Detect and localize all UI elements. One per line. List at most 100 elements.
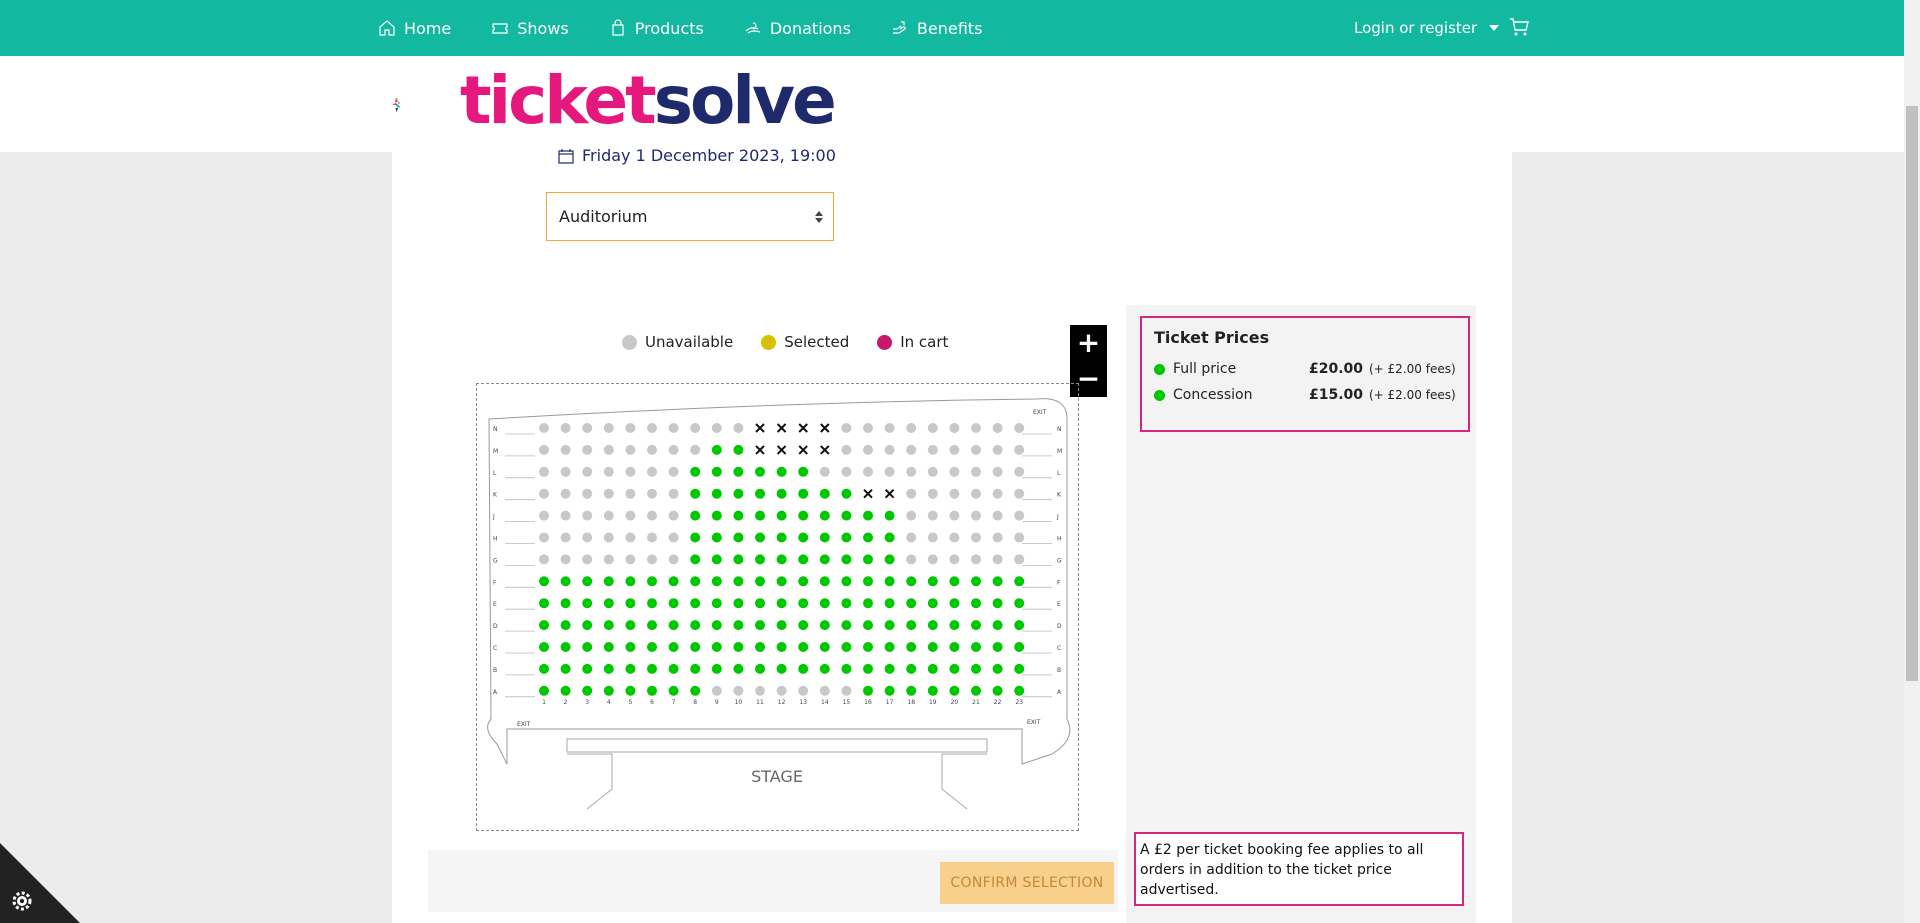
seat-available[interactable]	[1014, 642, 1025, 652]
seat-available[interactable]	[1014, 685, 1025, 696]
seat-available[interactable]	[690, 620, 701, 631]
seat-available[interactable]	[711, 510, 722, 521]
seat-available[interactable]	[582, 620, 593, 631]
seat-available[interactable]	[776, 488, 787, 499]
seat-available[interactable]	[733, 444, 744, 455]
seat-available[interactable]	[690, 642, 701, 652]
seat-available[interactable]	[668, 598, 679, 609]
seat-available[interactable]	[711, 576, 722, 587]
seat-available[interactable]	[971, 663, 981, 674]
seat-available[interactable]	[755, 576, 765, 587]
seat-available[interactable]	[733, 532, 744, 543]
seat-available[interactable]	[841, 642, 852, 652]
seat-available[interactable]	[819, 488, 830, 499]
seat-available[interactable]	[733, 576, 744, 587]
seat-available[interactable]	[711, 598, 722, 609]
seat-available[interactable]	[776, 642, 787, 652]
seat-available[interactable]	[755, 663, 765, 674]
seat-available[interactable]	[841, 598, 852, 609]
seat-available[interactable]	[755, 620, 765, 631]
seat-available[interactable]	[647, 576, 657, 587]
seat-available[interactable]	[560, 663, 571, 674]
seat-available[interactable]	[927, 620, 938, 631]
seat-available[interactable]	[733, 642, 744, 652]
seat-available[interactable]	[625, 685, 636, 696]
login-register-menu[interactable]: Login or register	[1354, 0, 1500, 56]
seat-available[interactable]	[711, 488, 722, 499]
seat-available[interactable]	[647, 685, 657, 696]
seat-available[interactable]	[733, 663, 744, 674]
seat-available[interactable]	[927, 663, 938, 674]
seat-available[interactable]	[733, 488, 744, 499]
seat-available[interactable]	[949, 598, 960, 609]
seat-available[interactable]	[776, 554, 787, 565]
seat-available[interactable]	[863, 620, 873, 631]
seat-available[interactable]	[1014, 598, 1025, 609]
seat-available[interactable]	[884, 576, 895, 587]
seat-available[interactable]	[884, 685, 895, 696]
seat-available[interactable]	[560, 685, 571, 696]
seat-available[interactable]	[755, 466, 765, 477]
seat-available[interactable]	[711, 642, 722, 652]
seat-available[interactable]	[539, 642, 549, 652]
seat-available[interactable]	[625, 598, 636, 609]
seat-available[interactable]	[668, 642, 679, 652]
seat-available[interactable]	[949, 663, 960, 674]
seat-available[interactable]	[668, 685, 679, 696]
seat-available[interactable]	[927, 598, 938, 609]
seat-available[interactable]	[819, 532, 830, 543]
seat-available[interactable]	[798, 488, 809, 499]
seat-available[interactable]	[906, 685, 917, 696]
seat-available[interactable]	[539, 576, 549, 587]
seat-available[interactable]	[711, 466, 722, 477]
seat-available[interactable]	[798, 510, 809, 521]
seat-available[interactable]	[1014, 620, 1025, 631]
seat-available[interactable]	[711, 663, 722, 674]
logo-mark-icon[interactable]	[392, 64, 462, 146]
seat-available[interactable]	[971, 620, 981, 631]
seat-available[interactable]	[798, 576, 809, 587]
seat-available[interactable]	[776, 576, 787, 587]
seat-available[interactable]	[906, 663, 917, 674]
seat-available[interactable]	[755, 510, 765, 521]
seat-available[interactable]	[690, 598, 701, 609]
seat-available[interactable]	[819, 620, 830, 631]
cookie-settings-button[interactable]	[0, 843, 80, 923]
seat-available[interactable]	[841, 510, 852, 521]
zoom-in-button[interactable]: +	[1070, 325, 1107, 361]
seat-available[interactable]	[992, 576, 1003, 587]
seat-available[interactable]	[863, 642, 873, 652]
nav-products[interactable]: Products	[609, 19, 704, 38]
seat-available[interactable]	[776, 532, 787, 543]
seat-available[interactable]	[1014, 663, 1025, 674]
seat-available[interactable]	[625, 576, 636, 587]
seat-available[interactable]	[906, 642, 917, 652]
seat-available[interactable]	[560, 598, 571, 609]
seat-available[interactable]	[711, 620, 722, 631]
seat-available[interactable]	[971, 576, 981, 587]
seat-available[interactable]	[690, 685, 701, 696]
nav-donations[interactable]: Donations	[744, 19, 851, 38]
logo-wordmark[interactable]: ticketsolve	[460, 62, 837, 139]
seat-available[interactable]	[560, 642, 571, 652]
seat-available[interactable]	[863, 554, 873, 565]
seat-available[interactable]	[690, 554, 701, 565]
seat-available[interactable]	[560, 620, 571, 631]
seat-available[interactable]	[906, 620, 917, 631]
seat-available[interactable]	[603, 685, 614, 696]
seat-available[interactable]	[819, 576, 830, 587]
seat-available[interactable]	[819, 598, 830, 609]
seat-available[interactable]	[884, 532, 895, 543]
seat-available[interactable]	[582, 576, 593, 587]
seat-available[interactable]	[841, 488, 852, 499]
seat-available[interactable]	[539, 598, 549, 609]
seat-available[interactable]	[863, 598, 873, 609]
seat-available[interactable]	[560, 576, 571, 587]
nav-benefits[interactable]: Benefits	[891, 19, 982, 38]
seat-available[interactable]	[798, 466, 809, 477]
seat-available[interactable]	[927, 642, 938, 652]
seat-available[interactable]	[776, 598, 787, 609]
seat-available[interactable]	[819, 642, 830, 652]
seat-available[interactable]	[906, 576, 917, 587]
seat-available[interactable]	[647, 663, 657, 674]
